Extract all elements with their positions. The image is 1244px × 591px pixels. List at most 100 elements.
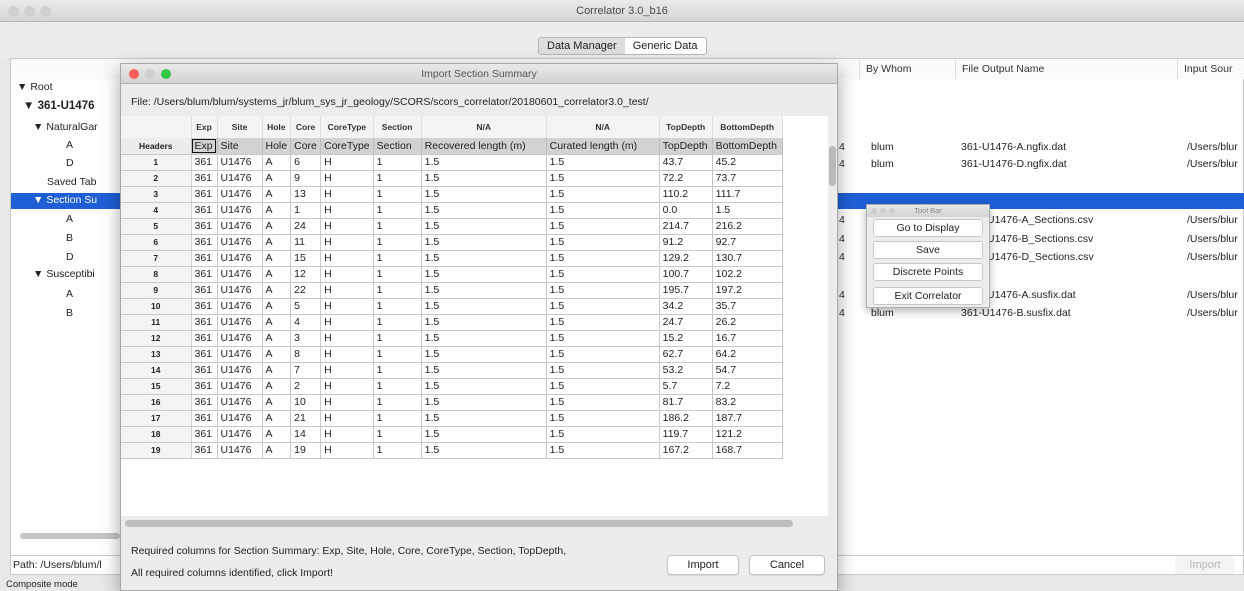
header-cell[interactable]: Recovered length (m): [421, 138, 547, 155]
window-titlebar: Correlator 3.0_b16: [0, 0, 1244, 22]
list-item[interactable]: 4: [839, 214, 845, 226]
table-row[interactable]: 8 361 U1476 A 12 H 1 1.5 1.5 100.7 102.2: [121, 266, 783, 283]
column-head[interactable]: Hole: [262, 116, 292, 138]
column-head[interactable]: BottomDepth: [712, 116, 783, 138]
import-button[interactable]: Import: [667, 555, 739, 575]
header-cell[interactable]: Section: [373, 138, 422, 155]
column-head[interactable]: N/A: [421, 116, 547, 138]
column-head[interactable]: Site: [217, 116, 263, 138]
table-cell: H: [320, 330, 374, 347]
close-window-icon[interactable]: [8, 6, 19, 17]
horizontal-scrollbar[interactable]: [20, 533, 120, 539]
file-output-cell: U1476-A.susfix.dat: [987, 289, 1076, 301]
column-head[interactable]: CoreType: [320, 116, 374, 138]
disclosure-open-icon[interactable]: ▼: [33, 194, 46, 206]
table-row[interactable]: 4 361 U1476 A 1 H 1 1.5 1.5 0.0 1.5: [121, 202, 783, 219]
close-dialog-icon[interactable]: [129, 69, 139, 79]
list-item[interactable]: 4: [839, 141, 845, 153]
table-cell: U1476: [217, 186, 263, 203]
minimize-window-icon[interactable]: [24, 6, 35, 17]
tab-generic-data[interactable]: Generic Data: [625, 38, 706, 54]
disclosure-open-icon[interactable]: ▼: [17, 81, 30, 93]
disclosure-open-icon[interactable]: ▼: [33, 268, 46, 280]
tree-saved-tables[interactable]: Saved Tab: [47, 176, 96, 188]
list-item[interactable]: 4: [839, 289, 845, 301]
table-row[interactable]: 18 361 U1476 A 14 H 1 1.5 1.5 119.7 121.2: [121, 426, 783, 443]
table-row[interactable]: 16 361 U1476 A 10 H 1 1.5 1.5 81.7 83.2: [121, 394, 783, 411]
list-item[interactable]: 4: [839, 158, 845, 170]
header-cell[interactable]: TopDepth: [659, 138, 713, 155]
header-cell[interactable]: Hole: [262, 138, 292, 155]
table-row[interactable]: 14 361 U1476 A 7 H 1 1.5 1.5 53.2 54.7: [121, 362, 783, 379]
vertical-scrollbar[interactable]: [829, 146, 836, 186]
header-cell[interactable]: Site: [217, 138, 263, 155]
column-head[interactable]: Exp: [191, 116, 218, 138]
table-row[interactable]: 11 361 U1476 A 4 H 1 1.5 1.5 24.7 26.2: [121, 314, 783, 331]
table-row[interactable]: 2 361 U1476 A 9 H 1 1.5 1.5 72.2 73.7: [121, 170, 783, 187]
list-item[interactable]: 4: [839, 251, 845, 263]
column-head[interactable]: Core: [290, 116, 322, 138]
discrete-points-button[interactable]: Discrete Points: [873, 263, 983, 281]
table-row[interactable]: 3 361 U1476 A 13 H 1 1.5 1.5 110.2 111.7: [121, 186, 783, 203]
header-cell[interactable]: Core: [290, 138, 322, 155]
header-cell[interactable]: Curated length (m): [546, 138, 660, 155]
tree-section-hole-a[interactable]: A: [66, 213, 73, 225]
zoom-toolbar-icon[interactable]: [889, 208, 895, 214]
disclosure-open-icon[interactable]: ▼: [33, 121, 46, 133]
import-button-disabled[interactable]: Import: [1175, 556, 1235, 574]
minimize-dialog-icon[interactable]: [145, 69, 155, 79]
table-row[interactable]: 6 361 U1476 A 11 H 1 1.5 1.5 91.2 92.7: [121, 234, 783, 251]
column-header-file-output[interactable]: File Output Name: [955, 59, 1177, 79]
tree-section-hole-d[interactable]: D: [66, 251, 74, 263]
disclosure-open-icon[interactable]: ▼: [23, 100, 38, 112]
tree-susceptibility[interactable]: ▼ Susceptibi: [33, 268, 95, 280]
save-button[interactable]: Save: [873, 241, 983, 259]
zoom-dialog-icon[interactable]: [161, 69, 171, 79]
table-row[interactable]: 10 361 U1476 A 5 H 1 1.5 1.5 34.2 35.7: [121, 298, 783, 315]
column-head[interactable]: N/A: [546, 116, 660, 138]
table-cell: 1: [373, 186, 422, 203]
tree-section-hole-b[interactable]: B: [66, 232, 73, 244]
exit-correlator-button[interactable]: Exit Correlator: [873, 287, 983, 305]
tree-section-summary[interactable]: ▼ Section Su: [33, 194, 97, 206]
table-cell: 195.7: [659, 282, 713, 299]
table-cell: 1: [373, 314, 422, 331]
close-toolbar-icon[interactable]: [871, 208, 877, 214]
table-cell: 1.5: [421, 282, 547, 299]
table-row[interactable]: 1 361 U1476 A 6 H 1 1.5 1.5 43.7 45.2: [121, 154, 783, 171]
go-to-display-button[interactable]: Go to Display: [873, 219, 983, 237]
table-row[interactable]: 15 361 U1476 A 2 H 1 1.5 1.5 5.7 7.2: [121, 378, 783, 395]
tree-natural-gamma[interactable]: ▼ NaturalGar: [33, 121, 98, 133]
tree-susc-hole-a[interactable]: A: [66, 288, 73, 300]
tree-root[interactable]: ▼ Root: [17, 81, 53, 93]
tab-data-manager[interactable]: Data Manager: [539, 38, 625, 54]
header-cell[interactable]: CoreType: [320, 138, 374, 155]
table-row[interactable]: 13 361 U1476 A 8 H 1 1.5 1.5 62.7 64.2: [121, 346, 783, 363]
column-head[interactable]: TopDepth: [659, 116, 713, 138]
table-cell: U1476: [217, 282, 263, 299]
zoom-window-icon[interactable]: [40, 6, 51, 17]
table-row[interactable]: 5 361 U1476 A 24 H 1 1.5 1.5 214.7 216.2: [121, 218, 783, 235]
table-row[interactable]: 12 361 U1476 A 3 H 1 1.5 1.5 15.2 16.7: [121, 330, 783, 347]
table-cell: 1: [373, 170, 422, 187]
table-cell: 361: [191, 250, 218, 267]
table-row[interactable]: 17 361 U1476 A 21 H 1 1.5 1.5 186.2 187.7: [121, 410, 783, 427]
tree-susc-hole-b[interactable]: B: [66, 307, 73, 319]
table-row[interactable]: 19 361 U1476 A 19 H 1 1.5 1.5 167.2 168.7: [121, 442, 783, 459]
table-row[interactable]: 7 361 U1476 A 15 H 1 1.5 1.5 129.2 130.7: [121, 250, 783, 267]
list-item[interactable]: 4: [839, 233, 845, 245]
table-row[interactable]: 9 361 U1476 A 22 H 1 1.5 1.5 195.7 197.2: [121, 282, 783, 299]
column-head[interactable]: Section: [373, 116, 422, 138]
column-header-input-source[interactable]: Input Sour: [1177, 59, 1244, 79]
tree-site[interactable]: ▼ 361-U1476: [23, 100, 94, 112]
column-header-by-whom[interactable]: By Whom: [859, 59, 955, 79]
list-item[interactable]: 4: [839, 307, 845, 319]
file-output-cell: U1476-B_Sections.csv: [987, 233, 1094, 245]
header-cell[interactable]: BottomDepth: [712, 138, 783, 155]
minimize-toolbar-icon[interactable]: [880, 208, 886, 214]
tree-hole-d[interactable]: D: [66, 157, 74, 169]
header-cell[interactable]: Exp: [191, 138, 218, 155]
tree-hole-a[interactable]: A: [66, 139, 73, 151]
cancel-button[interactable]: Cancel: [749, 555, 825, 575]
horizontal-scrollbar[interactable]: [125, 520, 793, 527]
